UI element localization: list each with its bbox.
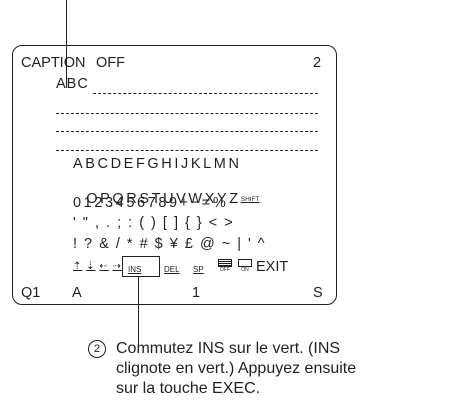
callout-line-3: sur la touche EXEC. (116, 380, 261, 397)
char-row-1[interactable]: ABCDEFGHIJKLMN (73, 156, 242, 172)
page-number: 2 (313, 55, 322, 71)
caption-text: ABC (56, 76, 89, 92)
exit-key[interactable]: EXIT (256, 259, 288, 275)
shift-key[interactable]: SHIFT (241, 192, 260, 208)
down-arrow-icon[interactable]: ⇣ (86, 261, 95, 272)
caption-label: CAPTION (21, 55, 86, 71)
status-s: S (313, 285, 323, 301)
caption-line-1 (93, 93, 318, 94)
callout-text: Commutez INS sur le vert. (INS clignote … (116, 339, 356, 399)
char-row-5[interactable]: ! ? & / * # $ ¥ £ @ ~ | ' ^ (73, 236, 266, 252)
arrow-keys[interactable]: ⇡ ⇣ ⇠ ⇢ (73, 261, 122, 272)
ins-key[interactable]: INS (128, 262, 141, 278)
status-one: 1 (192, 285, 201, 301)
on-icon (238, 259, 252, 267)
right-arrow-icon[interactable]: ⇢ (113, 261, 122, 272)
on-key[interactable]: ON (238, 259, 252, 273)
sp-key[interactable]: SP (193, 262, 204, 278)
caption-line-4 (56, 150, 318, 151)
left-arrow-icon[interactable]: ⇠ (99, 261, 108, 272)
callout-number-badge: 2 (88, 340, 106, 358)
off-label: OFF (220, 267, 230, 273)
callout-line-1: Commutez INS sur le vert. (INS (116, 340, 341, 357)
caption-line-3 (56, 131, 318, 132)
up-arrow-icon[interactable]: ⇡ (73, 261, 82, 272)
callout-line-2: clignote en vert.) Appuyez ensuite (116, 360, 357, 377)
off-icon (218, 259, 232, 267)
del-key[interactable]: DEL (164, 262, 180, 278)
caption-line-2 (56, 113, 318, 114)
status-q: Q1 (21, 285, 41, 301)
on-label: ON (241, 267, 249, 273)
char-row-4[interactable]: ' " , . ; : ( ) [ ] { } < > (73, 215, 234, 231)
char-row-3[interactable]: 0123456789+−=% (73, 195, 228, 211)
status-a: A (72, 285, 82, 301)
caption-state: OFF (96, 55, 125, 71)
off-key[interactable]: OFF (218, 259, 232, 273)
